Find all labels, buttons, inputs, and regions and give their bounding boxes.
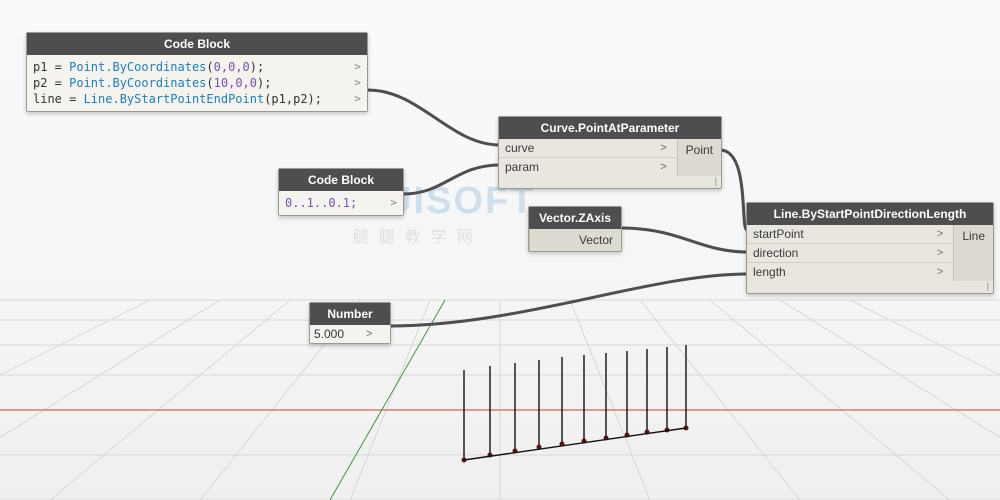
- out-port-chevron[interactable]: >: [362, 328, 376, 340]
- code-editor[interactable]: p1 = Point.ByCoordinates(0,0,0);p2 = Poi…: [27, 55, 367, 111]
- chevron-right-icon: >: [933, 247, 947, 259]
- out-port-chevron[interactable]: >: [354, 59, 361, 75]
- lacing-indicator: |: [747, 281, 993, 293]
- code-editor[interactable]: 0..1..0.1; >: [279, 191, 403, 215]
- chevron-right-icon: >: [656, 142, 670, 154]
- watermark-sub: 腿腿教学网: [300, 223, 535, 247]
- node-point-at-parameter[interactable]: Curve.PointAtParameter curve> param> Poi…: [498, 116, 722, 189]
- inport-direction[interactable]: direction>: [747, 243, 953, 262]
- lacing-indicator: |: [499, 176, 721, 188]
- outport-line[interactable]: Line: [954, 225, 993, 247]
- node-header: Code Block: [279, 169, 403, 191]
- outport-vector[interactable]: Vector: [530, 229, 621, 251]
- node-codeblock-1[interactable]: Code Block p1 = Point.ByCoordinates(0,0,…: [26, 32, 368, 112]
- out-port-chevron[interactable]: >: [354, 75, 361, 91]
- chevron-right-icon: >: [933, 228, 947, 240]
- node-header: Curve.PointAtParameter: [499, 117, 721, 139]
- chevron-right-icon: >: [656, 161, 670, 173]
- node-header: Code Block: [27, 33, 367, 55]
- outport-point[interactable]: Point: [678, 139, 721, 161]
- node-number[interactable]: Number >: [309, 302, 391, 344]
- number-input[interactable]: [314, 327, 362, 341]
- inport-param[interactable]: param>: [499, 157, 677, 176]
- node-header: Line.ByStartPointDirectionLength: [747, 203, 993, 225]
- chevron-right-icon: >: [933, 266, 947, 278]
- node-codeblock-2[interactable]: Code Block 0..1..0.1; >: [278, 168, 404, 216]
- node-header: Number: [310, 303, 390, 325]
- inport-curve[interactable]: curve>: [499, 139, 677, 157]
- inport-length[interactable]: length>: [747, 262, 953, 281]
- inport-startpoint[interactable]: startPoint>: [747, 225, 953, 243]
- node-line-by-start-dir-len[interactable]: Line.ByStartPointDirectionLength startPo…: [746, 202, 994, 294]
- node-header: Vector.ZAxis: [529, 207, 621, 229]
- out-port-chevron[interactable]: >: [354, 91, 361, 107]
- out-port-chevron[interactable]: >: [390, 195, 397, 211]
- node-vector-zaxis[interactable]: Vector.ZAxis Vector: [528, 206, 622, 252]
